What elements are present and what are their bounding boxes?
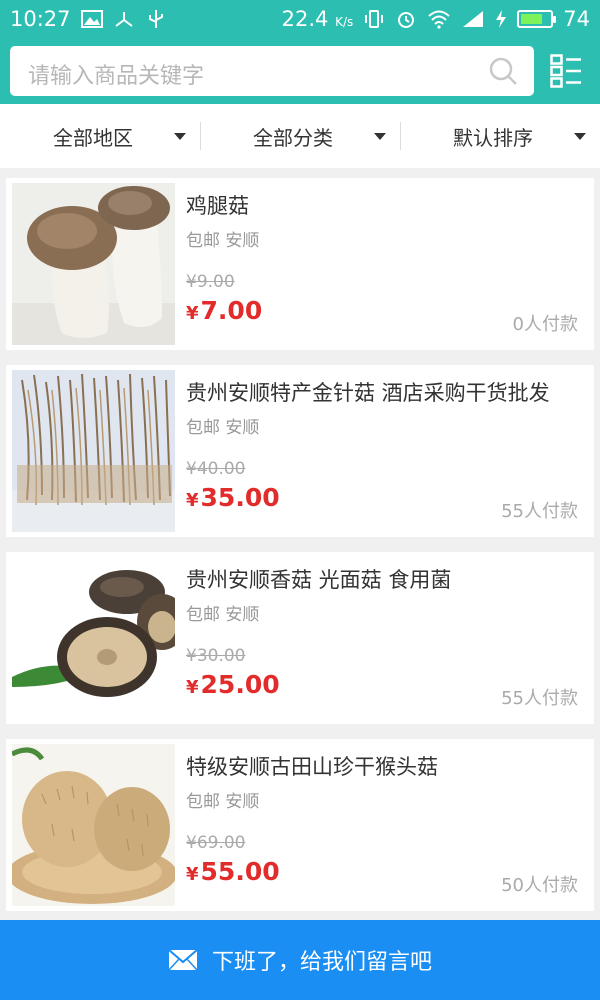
alarm-icon	[395, 9, 417, 29]
price-value: 55.00	[200, 857, 280, 886]
product-tags: 包邮 安顺	[186, 605, 260, 625]
search-icon[interactable]	[488, 56, 518, 86]
product-old-price: ¥9.00	[186, 272, 235, 292]
leave-message-label: 下班了，给我们留言吧	[211, 950, 432, 975]
price-currency: ¥	[186, 490, 199, 511]
header: 请输入商品关键字	[0, 38, 600, 104]
product-tags: 包邮 安顺	[186, 418, 260, 438]
filter-region-label: 全部地区	[53, 125, 133, 150]
product-tags: 包邮 安顺	[186, 231, 260, 251]
product-name[interactable]: 贵州安顺香菇 光面菇 食用菌	[186, 564, 451, 594]
product-image-dried-enoki-mushroom[interactable]	[12, 370, 175, 532]
vibrate-icon	[363, 9, 385, 29]
filter-category-label: 全部分类	[253, 125, 333, 150]
price-currency: ¥	[186, 303, 199, 324]
product-old-price: ¥30.00	[186, 646, 246, 666]
product-price: ¥55.00	[186, 857, 280, 886]
caret-down-icon	[374, 133, 386, 140]
leave-message-button[interactable]: 下班了，给我们留言吧	[0, 920, 600, 1000]
price-value: 25.00	[200, 670, 280, 699]
product-image-king-trumpet-mushroom[interactable]	[12, 183, 175, 345]
product-old-price: ¥69.00	[186, 833, 246, 853]
product-price: ¥7.00	[186, 296, 262, 325]
status-bar: 10:27 22.4 K/s 74	[0, 0, 600, 38]
product-tags: 包邮 安顺	[186, 792, 260, 812]
category-menu-icon[interactable]	[550, 54, 582, 88]
network-speed: 22.4	[281, 7, 329, 31]
product-image-lions-mane-mushroom[interactable]	[12, 744, 175, 906]
search-placeholder: 请输入商品关键字	[28, 64, 205, 89]
product-sold-count: 55人付款	[501, 688, 578, 709]
price-currency: ¥	[186, 864, 199, 885]
filter-sort-label: 默认排序	[453, 125, 533, 150]
network-speed-unit: K/s	[335, 15, 354, 29]
share-icon	[113, 9, 135, 29]
product-name[interactable]: 特级安顺古田山珍干猴头菇	[186, 751, 438, 781]
charging-icon	[495, 9, 507, 29]
product-name[interactable]: 贵州安顺特产金针菇 酒店采购干货批发	[186, 377, 550, 407]
product-sold-count: 0人付款	[512, 314, 578, 335]
product-old-price: ¥40.00	[186, 459, 246, 479]
mail-icon	[168, 949, 198, 971]
product-card[interactable]: 贵州安顺特产金针菇 酒店采购干货批发 包邮 安顺 ¥40.00 ¥35.00 5…	[6, 365, 594, 537]
product-price: ¥25.00	[186, 670, 280, 699]
search-input[interactable]: 请输入商品关键字	[10, 46, 534, 96]
filter-bar: 全部地区 全部分类 默认排序	[0, 104, 600, 168]
product-card[interactable]: 鸡腿菇 包邮 安顺 ¥9.00 ¥7.00 0人付款	[6, 178, 594, 350]
price-currency: ¥	[186, 677, 199, 698]
battery-percent: 74	[563, 7, 590, 31]
status-time: 10:27	[10, 7, 71, 31]
product-sold-count: 50人付款	[501, 875, 578, 896]
filter-region[interactable]: 全部地区	[0, 104, 200, 168]
product-name[interactable]: 鸡腿菇	[186, 190, 249, 220]
price-value: 35.00	[200, 483, 280, 512]
battery-icon	[517, 10, 557, 28]
product-price: ¥35.00	[186, 483, 280, 512]
price-value: 7.00	[200, 296, 263, 325]
product-image-shiitake-mushroom[interactable]	[12, 557, 175, 719]
wifi-icon	[427, 9, 450, 29]
filter-sort[interactable]: 默认排序	[400, 104, 600, 168]
caret-down-icon	[574, 133, 586, 140]
usb-icon	[145, 9, 167, 29]
caret-down-icon	[174, 133, 186, 140]
product-sold-count: 55人付款	[501, 501, 578, 522]
image-icon	[80, 9, 103, 29]
signal-icon	[459, 9, 485, 29]
product-card[interactable]: 贵州安顺香菇 光面菇 食用菌 包邮 安顺 ¥30.00 ¥25.00 55人付款	[6, 552, 594, 724]
filter-category[interactable]: 全部分类	[200, 104, 400, 168]
battery-fill	[521, 14, 542, 24]
product-card[interactable]: 特级安顺古田山珍干猴头菇 包邮 安顺 ¥69.00 ¥55.00 50人付款	[6, 739, 594, 911]
